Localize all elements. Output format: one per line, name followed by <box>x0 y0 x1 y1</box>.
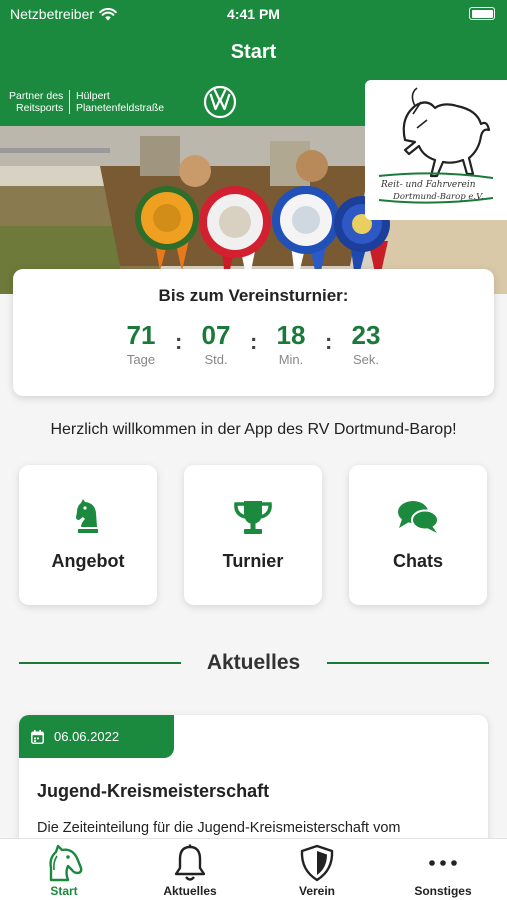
countdown-separator: : <box>175 329 183 354</box>
tab-verein-label: Verein <box>298 884 336 898</box>
calendar-icon <box>31 729 44 744</box>
welcome-text: Herzlich willkommen in der App des RV Do… <box>50 421 457 438</box>
tab-bar: Start Aktuelles Verein Sonstiges <box>0 838 507 900</box>
tile-chats-label: Chats <box>392 551 443 571</box>
news-title: Jugend-Kreismeisterschaft <box>37 781 270 801</box>
sponsor-partner-text: Partner des Reitsports <box>9 90 64 114</box>
club-logo-name-1: Reit- und Fahrverein <box>381 180 476 190</box>
countdown-minutes: 18 Min. <box>263 320 319 367</box>
club-logo: Reit- und Fahrverein Dortmund-Barop e.V. <box>365 80 507 220</box>
news-date-badge: 06.06.2022 <box>19 715 174 758</box>
tab-aktuelles-label: Aktuelles <box>163 884 217 898</box>
status-time: 4:41 PM <box>227 6 280 22</box>
club-logo-name-2: Dortmund-Barop e.V. <box>393 192 484 202</box>
countdown-seconds-label: Sek. <box>352 352 379 367</box>
page-title: Start <box>230 41 277 63</box>
more-dots-icon <box>429 860 457 866</box>
countdown-hours: 07 Std. <box>188 320 244 367</box>
tile-angebot-label: Angebot <box>51 551 125 571</box>
tile-turnier[interactable]: Turnier <box>184 465 322 605</box>
tile-chats[interactable]: Chats <box>349 465 487 605</box>
countdown-days-value: 71 <box>126 320 156 350</box>
battery-icon <box>469 7 495 20</box>
tab-aktuelles[interactable]: Aktuelles <box>140 843 240 899</box>
countdown-minutes-label: Min. <box>278 352 304 367</box>
tab-sonstiges-label: Sonstiges <box>414 884 472 898</box>
horse-head-icon <box>49 844 83 882</box>
status-bar: Netzbetreiber 4:41 PM <box>0 0 507 28</box>
countdown-card: Bis zum Vereinsturnier: 71 Tage : 07 Std… <box>13 269 494 396</box>
trophy-icon <box>234 501 272 534</box>
countdown-hours-label: Std. <box>204 352 228 367</box>
countdown-seconds: 23 Sek. <box>338 320 394 367</box>
countdown-days-label: Tage <box>126 352 156 367</box>
bell-icon <box>174 844 206 881</box>
news-date: 06.06.2022 <box>54 729 120 744</box>
nav-bar: Start <box>0 28 507 78</box>
section-divider-right <box>327 662 489 664</box>
tab-start[interactable]: Start <box>14 843 114 899</box>
section-header-aktuelles: Aktuelles <box>0 649 507 677</box>
tile-angebot[interactable]: Angebot <box>19 465 157 605</box>
countdown-seconds-value: 23 <box>351 320 381 350</box>
countdown-heading: Bis zum Vereinsturnier: <box>158 286 349 305</box>
countdown-separator: : <box>325 329 333 354</box>
chat-bubbles-icon <box>398 501 439 533</box>
horse-chess-knight-icon <box>76 499 98 533</box>
countdown-minutes-value: 18 <box>276 320 306 350</box>
vw-logo-icon <box>203 85 237 119</box>
countdown-days: 71 Tage <box>113 320 169 367</box>
tab-start-label: Start <box>50 884 78 898</box>
sponsor-divider <box>69 90 70 114</box>
countdown-separator: : <box>250 329 258 354</box>
shield-icon <box>300 844 334 882</box>
sponsor-dealer-text: Hülpert Planetenfeldstraße <box>76 90 165 114</box>
tab-sonstiges[interactable]: Sonstiges <box>393 843 493 899</box>
tile-turnier-label: Turnier <box>222 551 284 571</box>
news-excerpt: Die Zeiteinteilung für die Jugend-Kreism… <box>37 820 401 836</box>
tab-verein[interactable]: Verein <box>267 843 367 899</box>
countdown-hours-value: 07 <box>201 320 231 350</box>
news-card[interactable]: 06.06.2022 Jugend-Kreismeisterschaft Die… <box>19 715 488 855</box>
